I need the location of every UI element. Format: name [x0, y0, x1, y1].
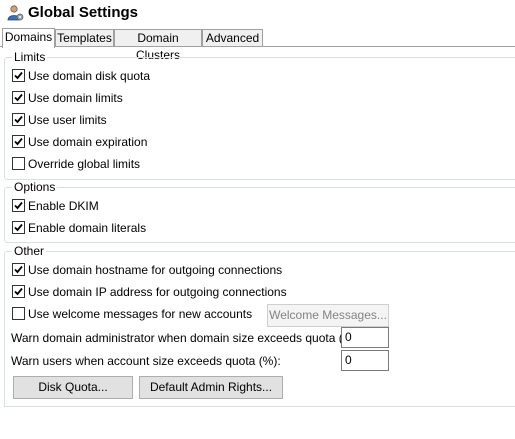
- checkbox-box[interactable]: [12, 91, 25, 104]
- checkbox-box[interactable]: [12, 263, 25, 276]
- checkbox-box[interactable]: [12, 135, 25, 148]
- window-title: Global Settings: [28, 4, 139, 21]
- checkbox-label: Use user limits: [28, 113, 107, 127]
- checkbox-box[interactable]: [12, 199, 25, 212]
- checkbox-label: Use domain disk quota: [28, 69, 151, 83]
- title-bar: Global Settings: [0, 0, 515, 26]
- checkbox-label: Use welcome messages for new accounts: [28, 307, 253, 321]
- tab-domains[interactable]: Domains: [2, 28, 55, 48]
- panel-bottom-border: [4, 406, 515, 407]
- welcome-messages-button[interactable]: Welcome Messages...: [267, 304, 389, 327]
- warn-users-quota-input[interactable]: 0: [341, 350, 389, 371]
- warn-users-label: Warn users when account size exceeds quo…: [11, 354, 281, 368]
- checkbox-box[interactable]: [12, 113, 25, 126]
- tab-domain-clusters[interactable]: Domain Clusters: [114, 29, 202, 62]
- disk-quota-button[interactable]: Disk Quota...: [13, 376, 133, 399]
- default-admin-rights-button[interactable]: Default Admin Rights...: [139, 376, 283, 399]
- limits-group-label: Limits: [12, 50, 48, 64]
- checkbox-box[interactable]: [12, 285, 25, 298]
- checkbox-label: Use domain hostname for outgoing connect…: [28, 263, 283, 277]
- checkbox-label: Use domain limits: [28, 91, 123, 105]
- checkbox-label: Override global limits: [28, 157, 141, 171]
- checkbox-box[interactable]: [12, 157, 25, 170]
- checkbox-box[interactable]: [12, 307, 25, 320]
- checkbox-box[interactable]: [12, 69, 25, 82]
- warn-admin-label: Warn domain administrator when domain si…: [11, 331, 361, 345]
- checkbox-label: Enable DKIM: [28, 199, 99, 213]
- other-group-label: Other: [12, 244, 47, 258]
- settings-user-icon: [6, 4, 24, 22]
- warn-admin-quota-input[interactable]: 0: [341, 327, 389, 348]
- checkbox-label: Enable domain literals: [28, 221, 147, 235]
- checkbox-box[interactable]: [12, 221, 25, 234]
- tab-advanced[interactable]: Advanced: [202, 29, 263, 46]
- options-group-label: Options: [12, 180, 58, 194]
- checkbox-label: Use domain expiration: [28, 135, 148, 149]
- checkbox-label: Use domain IP address for outgoing conne…: [28, 285, 287, 299]
- tab-templates[interactable]: Templates: [55, 29, 114, 46]
